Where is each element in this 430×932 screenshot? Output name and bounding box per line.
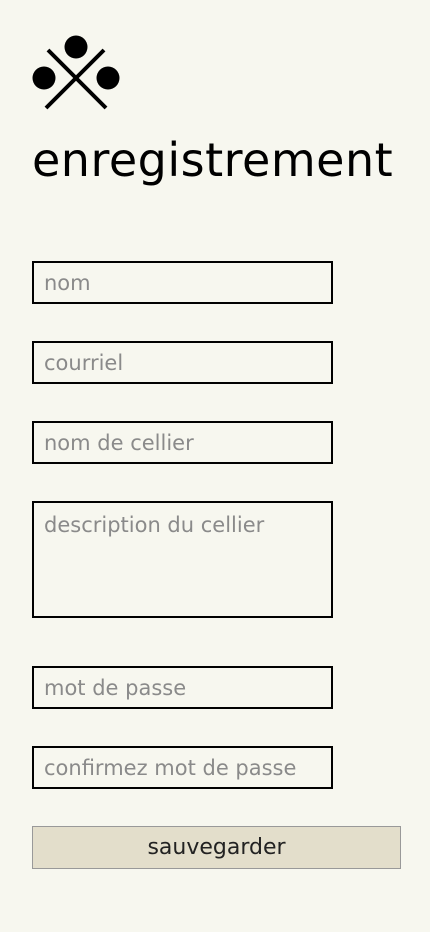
name-input[interactable] — [32, 261, 333, 304]
page-title: enregistrement — [32, 133, 394, 187]
confirm-password-input[interactable] — [32, 746, 333, 789]
save-button[interactable]: sauvegarder — [32, 826, 401, 869]
email-input[interactable] — [32, 341, 333, 384]
password-input[interactable] — [32, 666, 333, 709]
cellar-description-textarea[interactable] — [32, 501, 333, 618]
cellar-name-input[interactable] — [32, 421, 333, 464]
logo-icon — [32, 35, 120, 110]
